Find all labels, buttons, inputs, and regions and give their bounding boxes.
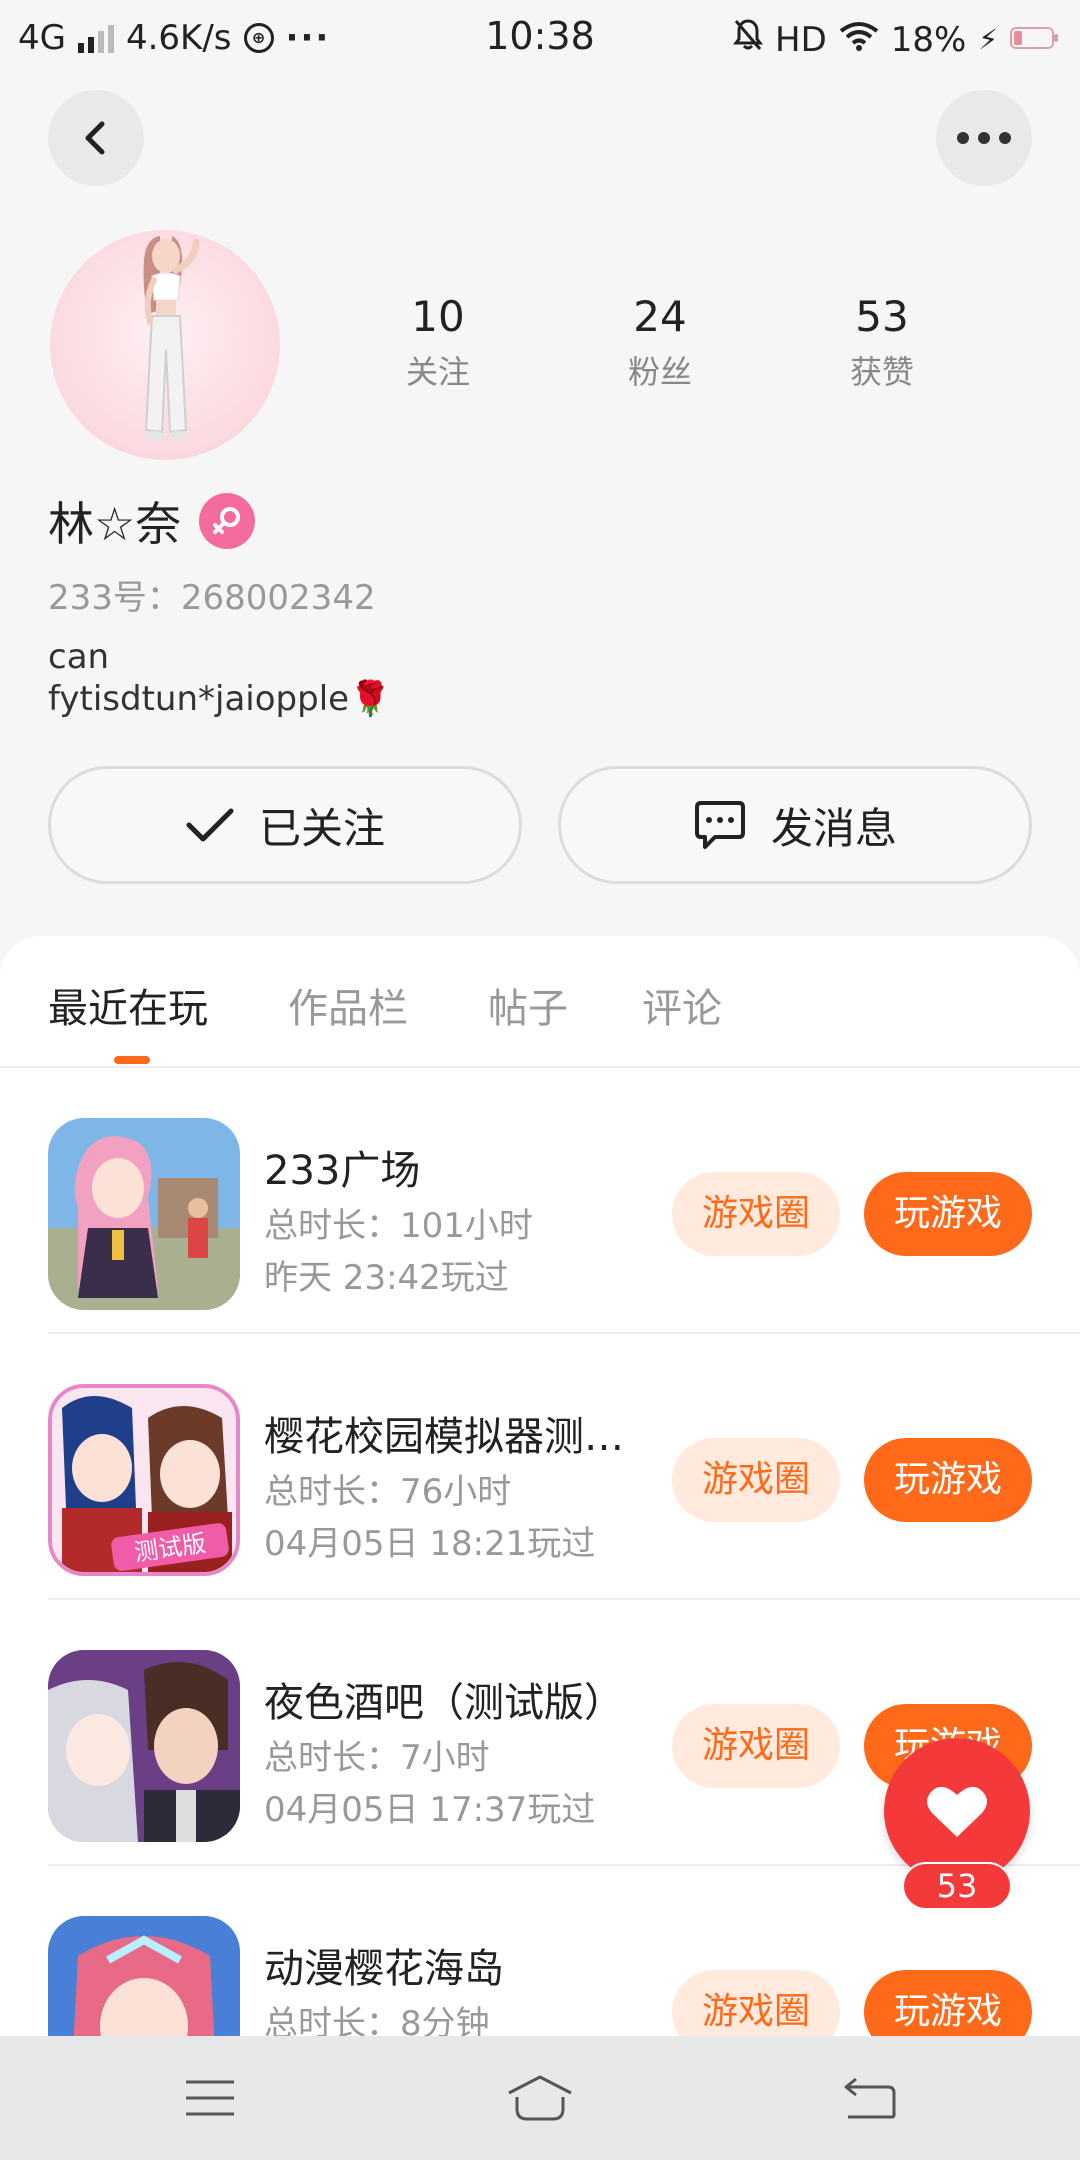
stat-following[interactable]: 10 关注: [358, 292, 518, 393]
user-id: 233号：268002342: [48, 578, 376, 618]
game-icon-anime-sakura-island[interactable]: [48, 1916, 240, 2036]
game-circle-button[interactable]: 游戏圈: [672, 1704, 840, 1788]
game-icon-233-plaza[interactable]: [48, 1118, 240, 1310]
send-message-button[interactable]: 发消息: [558, 766, 1032, 884]
nav-home-button[interactable]: [490, 2066, 590, 2130]
game-name: 夜色酒吧（测试版）: [264, 1680, 624, 1726]
game-row[interactable]: 测试版 樱花校园模拟器测… 总时长：76小时 04月05日 18:21玩过 游戏…: [0, 1334, 1080, 1600]
game-name: 樱花校园模拟器测…: [264, 1414, 624, 1460]
following-count: 10: [411, 292, 465, 341]
game-name: 233广场: [264, 1148, 421, 1194]
more-button[interactable]: [936, 90, 1032, 186]
game-circle-button[interactable]: 游戏圈: [672, 1438, 840, 1522]
stat-fans[interactable]: 24 粉丝: [580, 292, 740, 393]
female-gender-icon: [199, 493, 256, 549]
chat-bubble-icon: [694, 801, 745, 849]
game-row[interactable]: 233广场 总时长：101小时 昨天 23:42玩过 游戏圈 玩游戏: [0, 1068, 1080, 1334]
followed-button[interactable]: 已关注: [48, 766, 522, 884]
send-message-label: 发消息: [770, 803, 897, 853]
status-right: HD 18% ⚡: [733, 18, 1060, 61]
home-icon: [508, 2075, 572, 2121]
game-icon-night-bar[interactable]: [48, 1650, 240, 1842]
tab-comments[interactable]: 评论: [642, 976, 722, 1034]
play-game-button[interactable]: 玩游戏: [864, 1970, 1032, 2036]
tab-recently-played[interactable]: 最近在玩: [48, 976, 208, 1034]
active-tab-indicator: [114, 1056, 150, 1064]
game-name: 动漫樱花海岛: [264, 1946, 504, 1992]
game-total-time: 总时长：8分钟: [264, 2004, 490, 2036]
game-last-played: 昨天 23:42玩过: [264, 1258, 509, 1298]
stat-likes[interactable]: 53 获赞: [802, 292, 962, 393]
system-nav-bar: [0, 2036, 1080, 2160]
battery-percent: 18%: [890, 19, 967, 60]
followed-label: 已关注: [258, 803, 385, 853]
like-count-badge: 53: [902, 1862, 1012, 1910]
status-bar: 4G 4.6K/s ⊕ ··· 10:38 HD 18% ⚡: [0, 0, 1080, 76]
heart-icon: [927, 1786, 987, 1837]
game-last-played: 04月05日 18:21玩过: [264, 1524, 596, 1564]
game-total-time: 总时长：7小时: [264, 1738, 490, 1778]
tab-works[interactable]: 作品栏: [288, 976, 408, 1034]
likes-count: 53: [855, 292, 909, 341]
play-game-button[interactable]: 玩游戏: [864, 1438, 1032, 1522]
tab-bar: 最近在玩 作品栏 帖子 评论: [0, 936, 1080, 1068]
charging-icon: ⚡: [978, 23, 998, 56]
wifi-icon: [839, 20, 879, 60]
likes-label: 获赞: [849, 353, 914, 391]
mute-bell-icon: [733, 18, 763, 61]
more-icon: [957, 132, 1011, 144]
nav-back-button[interactable]: [820, 2066, 920, 2130]
back-arrow-icon: [85, 121, 105, 155]
username-row: 林☆奈: [48, 488, 256, 554]
game-total-time: 总时长：101小时: [264, 1206, 533, 1246]
tab-posts[interactable]: 帖子: [488, 976, 568, 1034]
play-game-button[interactable]: 玩游戏: [864, 1172, 1032, 1256]
following-label: 关注: [405, 353, 470, 391]
bio: can fytisdtun*jaiopple🌹: [48, 637, 392, 719]
fans-label: 粉丝: [627, 353, 692, 391]
back-nav-icon: [844, 2077, 896, 2119]
checkmark-icon: [186, 808, 234, 842]
game-circle-button[interactable]: 游戏圈: [672, 1970, 840, 2036]
game-last-played: 04月05日 17:37玩过: [264, 1790, 596, 1830]
fans-count: 24: [633, 292, 687, 341]
hd-label: HD: [775, 19, 827, 60]
game-total-time: 总时长：76小时: [264, 1472, 512, 1512]
menu-icon: [186, 2080, 234, 2116]
username: 林☆奈: [48, 497, 182, 551]
back-button[interactable]: [48, 90, 144, 186]
game-icon-sakura-school[interactable]: 测试版: [48, 1384, 240, 1576]
nav-menu-button[interactable]: [160, 2066, 260, 2130]
game-circle-button[interactable]: 游戏圈: [672, 1172, 840, 1256]
profile-stats: 10 关注 24 粉丝 53 获赞: [0, 292, 1080, 402]
battery-icon: [1010, 20, 1060, 60]
